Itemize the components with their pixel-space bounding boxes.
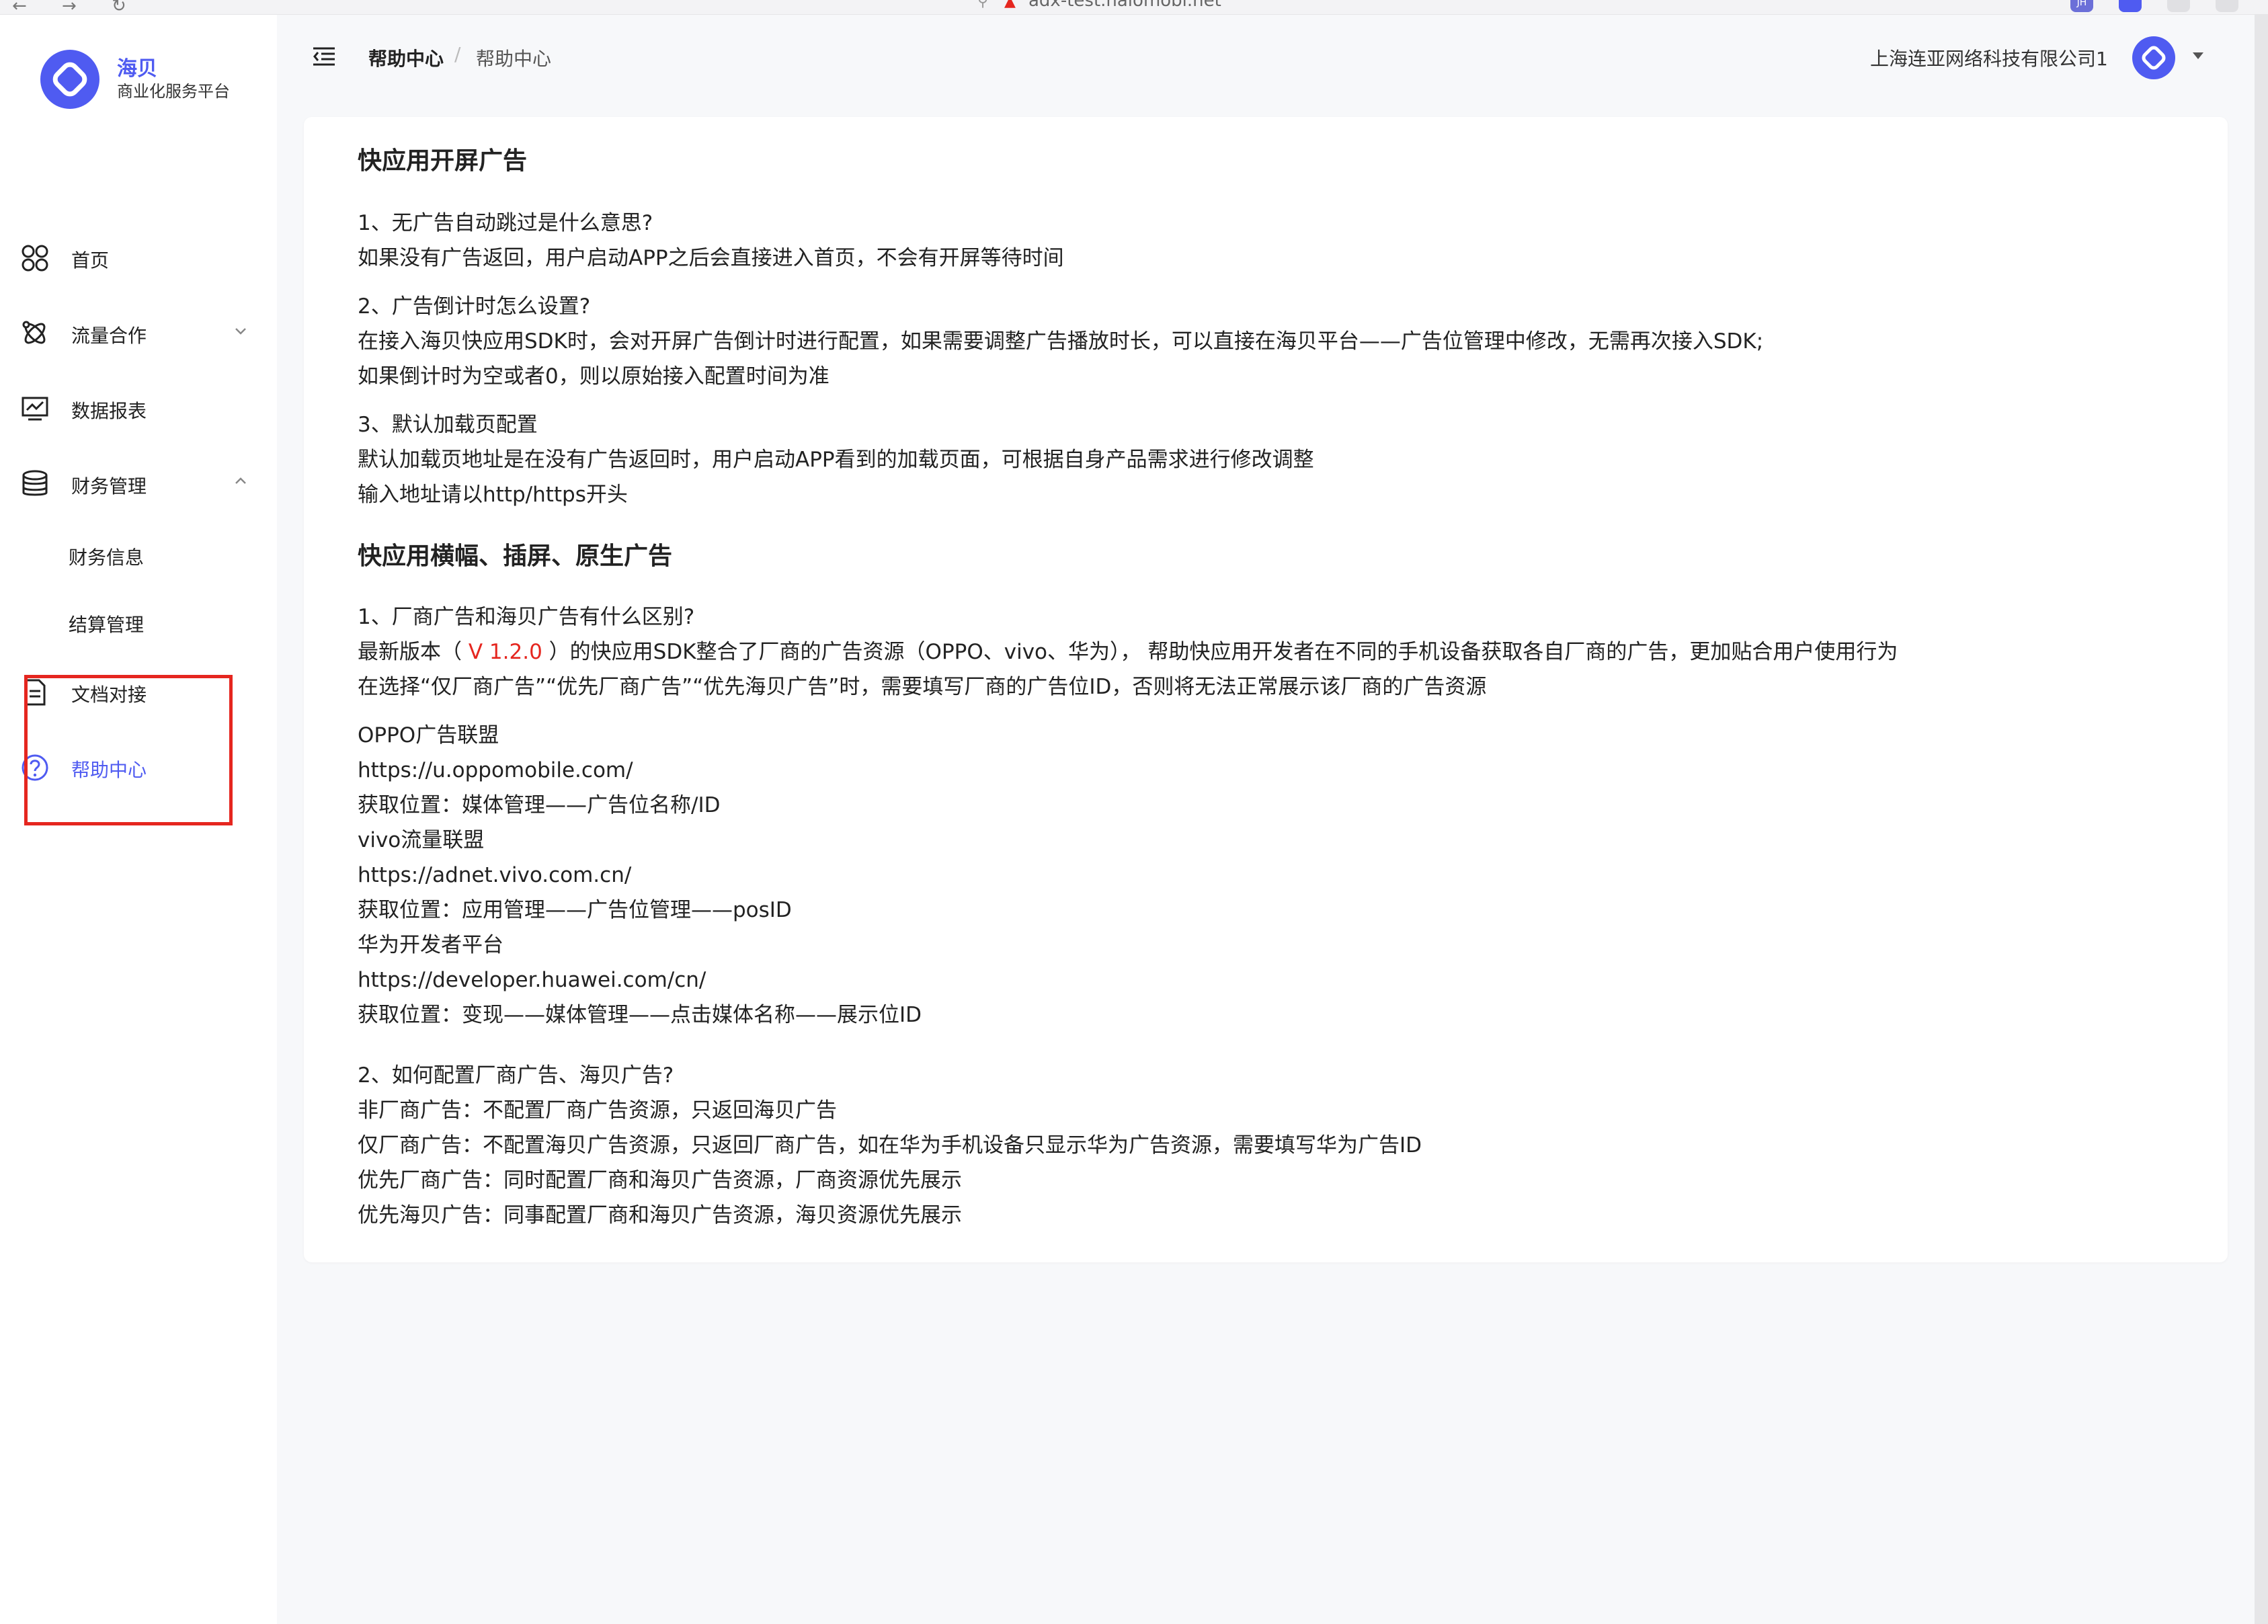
- vendor-location: 获取位置：媒体管理——广告位名称/ID: [358, 793, 721, 817]
- breadcrumb-parent[interactable]: 帮助中心: [368, 44, 444, 71]
- faq-answer: 最新版本（ V 1.2.0 ）的快应用SDK整合了厂商的广告资源（OPPO、vi…: [358, 635, 1898, 669]
- vendor-name: OPPO广告联盟: [358, 723, 499, 747]
- faq-answer-suffix: ）的快应用SDK整合了厂商的广告资源（OPPO、vivo、华为）， 帮助快应用开…: [542, 640, 1898, 664]
- faq-answer-prefix: 最新版本（: [358, 640, 469, 664]
- sidebar-item-home[interactable]: 首页: [0, 231, 277, 285]
- faq-question: 1、厂商广告和海贝广告有什么区别?: [358, 605, 695, 629]
- faq-answer: 非厂商广告：不配置厂商广告资源，只返回海贝广告: [358, 1098, 837, 1123]
- sidebar-item-finance[interactable]: 财务管理: [0, 457, 277, 511]
- brand-logo-icon[interactable]: [40, 50, 99, 109]
- vendor-link[interactable]: https://u.oppomobile.com/: [358, 753, 633, 788]
- sidebar-item-label: 流量合作: [71, 325, 147, 347]
- breadcrumb-current: 帮助中心: [476, 48, 552, 70]
- chevron-down-icon: [235, 328, 246, 335]
- vendor-link[interactable]: https://adnet.vivo.com.cn/: [358, 858, 631, 893]
- company-name: 上海连亚网络科技有限公司1: [1870, 48, 2108, 70]
- home-grid-icon: [22, 245, 48, 272]
- reload-icon[interactable]: ↻: [112, 0, 126, 16]
- section-title: 快应用开屏广告: [358, 147, 528, 175]
- faq-answer: 输入地址请以http/https开头: [358, 483, 628, 507]
- extension-puzzle-icon[interactable]: [2167, 0, 2190, 12]
- sidebar-subitem-settlement[interactable]: 结算管理: [0, 594, 277, 648]
- link-icon: ⚲: [977, 0, 989, 10]
- report-chart-icon: [22, 397, 48, 421]
- annotation-highlight-box: [24, 675, 233, 825]
- caret-down-icon[interactable]: [2193, 52, 2203, 59]
- faq-answer: 默认加载页地址是在没有广告返回时，用户启动APP看到的加载页面，可根据自身产品需…: [358, 448, 1314, 472]
- faq-answer: 在选择“仅厂商广告”“优先厂商广告”“优先海贝广告”时，需要填写厂商的广告位ID…: [358, 675, 1487, 699]
- browser-toolbar: ← → ↻ ⚲ ▲ adx-test.haiomobi.net JH: [0, 0, 2268, 16]
- faq-answer: 在接入海贝快应用SDK时，会对开屏广告倒计时进行配置，如果需要调整广告播放时长，…: [358, 329, 1764, 354]
- sidebar-item-label: 首页: [71, 249, 110, 272]
- vendor-name: 华为开发者平台: [358, 933, 503, 957]
- faq-question: 3、默认加载页配置: [358, 413, 538, 437]
- finance-database-icon: [22, 470, 48, 496]
- traffic-icon: [22, 321, 46, 344]
- sidebar-subitem-label: 结算管理: [69, 614, 145, 636]
- top-header: 帮助中心 / 帮助中心 上海连亚网络科技有限公司1: [277, 15, 2268, 102]
- faq-answer: 如果没有广告返回，用户启动APP之后会直接进入首页，不会有开屏等待时间: [358, 246, 1064, 270]
- sidebar-subitem-finance-info[interactable]: 财务信息: [0, 527, 277, 581]
- faq-question: 2、广告倒计时怎么设置?: [358, 294, 591, 319]
- sidebar-toggle-icon[interactable]: [2216, 0, 2238, 12]
- forward-arrow-icon[interactable]: →: [62, 0, 77, 16]
- faq-answer: 如果倒计时为空或者0，则以原始接入配置时间为准: [358, 364, 829, 389]
- extension-jh-icon[interactable]: JH: [2070, 0, 2093, 12]
- faq-answer: 仅厂商广告：不配置海贝广告资源，只返回厂商广告，如在华为手机设备只显示华为广告资…: [358, 1133, 1422, 1158]
- sidebar-item-reports[interactable]: 数据报表: [0, 382, 277, 436]
- security-warning-icon[interactable]: ▲: [1004, 0, 1016, 10]
- vendor-location: 获取位置：应用管理——广告位管理——posID: [358, 898, 792, 922]
- window-edge: [2255, 15, 2268, 1624]
- vendor-link[interactable]: https://developer.huawei.com/cn/: [358, 963, 706, 998]
- section-title: 快应用横幅、插屏、原生广告: [358, 542, 673, 570]
- breadcrumb-separator: /: [454, 43, 461, 65]
- brand-name: 海贝: [117, 57, 157, 81]
- sidebar-item-traffic[interactable]: 流量合作: [0, 307, 277, 360]
- faq-question: 2、如何配置厂商广告、海贝广告?: [358, 1063, 674, 1088]
- faq-answer: 优先厂商广告：同时配置厂商和海贝广告资源，厂商资源优先展示: [358, 1168, 962, 1192]
- sidebar-item-label: 数据报表: [71, 400, 147, 422]
- vendor-location: 获取位置：变现——媒体管理——点击媒体名称——展示位ID: [358, 1003, 922, 1027]
- vendor-name: vivo流量联盟: [358, 828, 485, 852]
- help-content-card: 快应用开屏广告 1、无广告自动跳过是什么意思? 如果没有广告返回，用户启动APP…: [304, 117, 2228, 1262]
- faq-answer: 优先海贝广告：同事配置厂商和海贝广告资源，海贝资源优先展示: [358, 1203, 962, 1227]
- address-bar-url[interactable]: adx-test.haiomobi.net: [1028, 0, 1221, 11]
- sidebar: 海贝 商业化服务平台 首页 流量合作 数据报表 财务管理 财务信息 结算管理 文…: [0, 15, 277, 1624]
- back-arrow-icon[interactable]: ←: [12, 0, 27, 16]
- sdk-version: V 1.2.0: [468, 640, 542, 664]
- avatar[interactable]: [2132, 36, 2175, 79]
- sidebar-subitem-label: 财务信息: [69, 546, 145, 569]
- faq-question: 1、无广告自动跳过是什么意思?: [358, 211, 653, 235]
- brand-subtitle: 商业化服务平台: [117, 82, 230, 101]
- sidebar-item-label: 财务管理: [71, 475, 147, 497]
- menu-fold-icon[interactable]: [312, 44, 336, 69]
- extension-shield-icon[interactable]: [2119, 0, 2142, 12]
- chevron-up-icon: [235, 477, 246, 484]
